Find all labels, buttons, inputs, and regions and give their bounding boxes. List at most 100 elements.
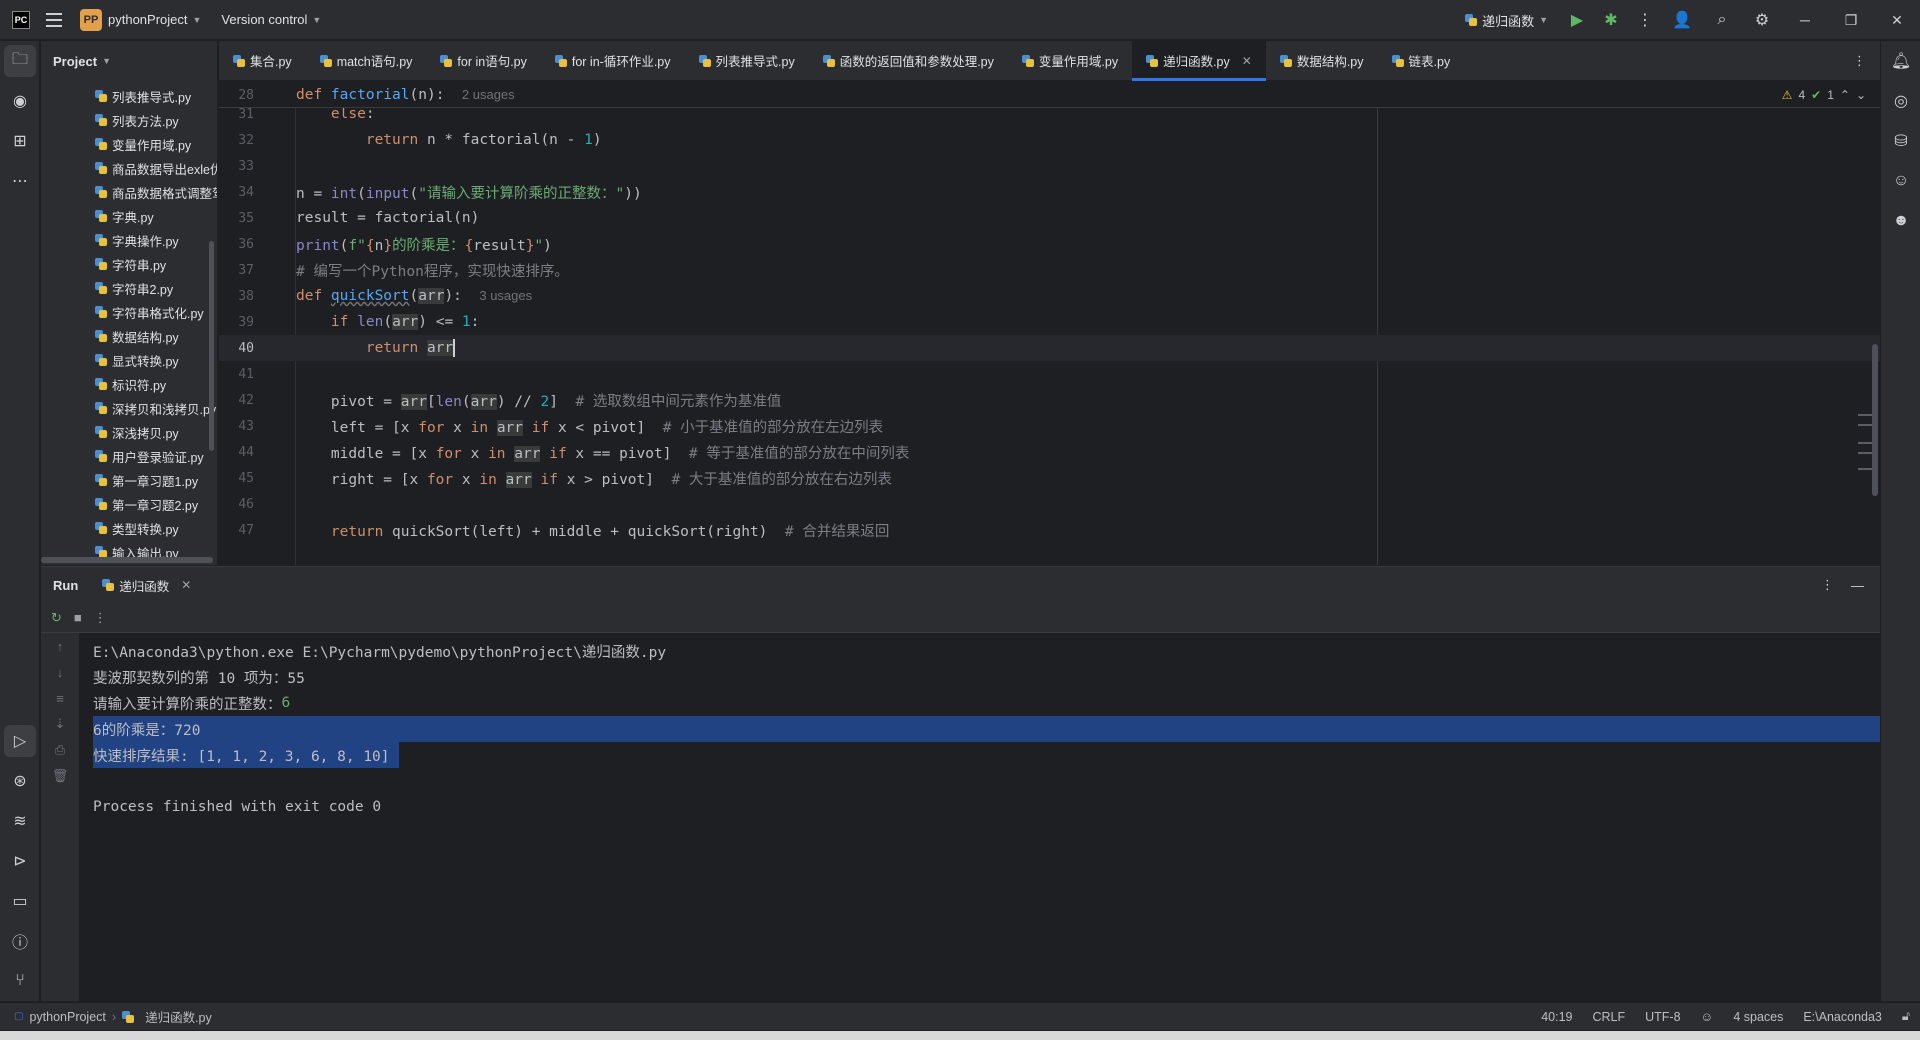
run-toolbar: ↻ ■ ⋮ xyxy=(41,603,1880,633)
error-stripe-mark[interactable] xyxy=(1858,468,1872,470)
project-tree-item[interactable]: 用户登录验证.py xyxy=(41,444,217,468)
indent-setting[interactable]: 4 spaces xyxy=(1733,1010,1783,1024)
project-selector[interactable]: PP pythonProject ▼ xyxy=(80,0,201,40)
add-user-icon[interactable]: 👤 xyxy=(1662,0,1702,40)
python-file-icon xyxy=(102,579,115,591)
project-tree-item[interactable]: 列表推导式.py xyxy=(41,84,217,108)
next-highlight-icon[interactable]: ⌄ xyxy=(1856,88,1866,102)
editor-tab[interactable]: match语句.py xyxy=(306,41,427,81)
terminal-icon[interactable]: ▭ xyxy=(0,881,40,921)
restore-button[interactable]: ❐ xyxy=(1828,0,1874,40)
settings-gear-icon[interactable]: ⚙ xyxy=(1742,0,1782,40)
rerun-icon[interactable]: ↻ xyxy=(51,610,62,626)
project-tree-item[interactable]: 第一章习题1.py xyxy=(41,468,217,492)
ai-assistant-icon[interactable]: ◎ xyxy=(1881,81,1920,121)
project-tree-item[interactable]: 类型转换.py xyxy=(41,516,217,540)
copilot-status-icon[interactable]: ☺ xyxy=(1701,1010,1714,1024)
project-tree-item[interactable]: 标识符.py xyxy=(41,372,217,396)
usages-hint[interactable]: 2 usages xyxy=(462,87,515,102)
run-tool-icon[interactable]: ▷ xyxy=(4,725,36,757)
error-stripe-mark[interactable] xyxy=(1858,442,1872,444)
editor-tab[interactable]: for in语句.py xyxy=(426,41,540,81)
file-encoding[interactable]: UTF-8 xyxy=(1645,1010,1680,1024)
editor-tab[interactable]: 列表推导式.py xyxy=(685,41,809,81)
caret-position[interactable]: 40:19 xyxy=(1541,1010,1572,1024)
project-tree-item[interactable]: 字典操作.py xyxy=(41,228,217,252)
breadcrumb-file[interactable]: 递归函数.py xyxy=(145,1007,212,1026)
search-icon[interactable]: ⌕ xyxy=(1702,0,1742,40)
breadcrumb-project[interactable]: pythonProject xyxy=(29,1010,105,1024)
editor-tab[interactable]: 变量作用域.py xyxy=(1008,41,1132,81)
structure-icon[interactable]: ⊞ xyxy=(0,121,40,161)
stop-icon[interactable]: ■ xyxy=(74,610,82,625)
project-panel-header[interactable]: Project ▼ xyxy=(41,41,217,81)
editor-tab[interactable]: 集合.py xyxy=(219,41,306,81)
more-tools-icon[interactable]: ⋯ xyxy=(0,161,40,201)
run-icon[interactable]: ▶ xyxy=(1560,0,1594,40)
editor-tab-label: 集合.py xyxy=(250,55,292,69)
copilot-chat-icon[interactable]: ☻ xyxy=(1881,201,1920,241)
error-stripe-mark[interactable] xyxy=(1858,414,1872,416)
editor-tab[interactable]: for in-循环作业.py xyxy=(541,41,685,81)
problems-icon[interactable]: ⓘ xyxy=(0,921,40,961)
project-horizontal-scrollbar[interactable] xyxy=(41,557,213,563)
project-tree-item[interactable]: 商品数据导出exle优 xyxy=(41,156,217,180)
project-tree-item[interactable]: 字符串格式化.py xyxy=(41,300,217,324)
project-tree-item[interactable]: 显式转换.py xyxy=(41,348,217,372)
project-tree-item[interactable]: 变量作用域.py xyxy=(41,132,217,156)
python-console-icon[interactable]: ⊛ xyxy=(0,761,40,801)
git-icon[interactable]: ⑂ xyxy=(0,961,40,1001)
error-stripe-mark[interactable] xyxy=(1858,424,1872,426)
code-line: 47 return quickSort(left) + middle + qui… xyxy=(238,522,890,540)
editor-tab[interactable]: 数据结构.py xyxy=(1266,41,1378,81)
close-button[interactable]: ✕ xyxy=(1874,0,1920,40)
usages-hint[interactable]: 3 usages xyxy=(479,288,532,303)
database-icon[interactable]: ⛁ xyxy=(1881,121,1920,161)
tabs-more-icon[interactable]: ⋮ xyxy=(1853,41,1866,81)
hide-panel-icon[interactable]: — xyxy=(1851,578,1864,593)
project-tree-item[interactable]: 第一章习题2.py xyxy=(41,492,217,516)
run-config-selector[interactable]: 递归函数 ▼ xyxy=(1465,11,1548,30)
more-actions-icon[interactable]: ⋮ xyxy=(1628,0,1662,40)
more-icon[interactable]: ⋮ xyxy=(94,610,107,626)
code-editor[interactable]: 28 def factorial(n): 2 usages ⚠ 4 ✔ 1 ⌃ ⌄ … xyxy=(219,82,1880,565)
editor-scrollbar[interactable] xyxy=(1872,344,1878,496)
project-tree-item[interactable]: 列表方法.py xyxy=(41,108,217,132)
run-options-icon[interactable]: ⋮ xyxy=(1821,577,1834,593)
close-tab-icon[interactable]: ✕ xyxy=(1242,54,1252,68)
debug-icon[interactable]: ✱ xyxy=(1594,0,1628,40)
project-scrollbar[interactable] xyxy=(209,241,214,451)
lock-icon[interactable]: 🔓︎ xyxy=(1902,1009,1910,1024)
project-tree-item[interactable]: 字典.py xyxy=(41,204,217,228)
code-line: 35 result = factorial(n) xyxy=(238,210,480,226)
services-icon[interactable]: ⊳ xyxy=(0,841,40,881)
console-output[interactable]: E:\Anaconda3\python.exe E:\Pycharm\pydem… xyxy=(41,633,1880,1001)
editor-tab[interactable]: 递归函数.py ✕ xyxy=(1132,40,1266,81)
version-control-menu[interactable]: Version control ▼ xyxy=(221,0,321,40)
editor-tab[interactable]: 链表.py xyxy=(1378,41,1465,81)
prev-highlight-icon[interactable]: ⌃ xyxy=(1840,88,1850,102)
inspection-widget[interactable]: ⚠ 4 ✔ 1 ⌃ ⌄ xyxy=(1782,88,1866,102)
layers-icon[interactable]: ≋ xyxy=(0,801,40,841)
python-file-icon xyxy=(95,210,107,222)
copilot-icon[interactable]: ☺ xyxy=(1881,161,1920,201)
project-tree-item[interactable]: 商品数据格式调整驾 xyxy=(41,180,217,204)
run-tab[interactable]: 递归函数 ✕ xyxy=(102,576,191,595)
main-menu-icon[interactable] xyxy=(42,8,66,32)
project-tool-icon[interactable]: 🗀 xyxy=(4,45,36,77)
python-packages-icon[interactable]: ◉ xyxy=(0,81,40,121)
project-tree-item[interactable]: 数据结构.py xyxy=(41,324,217,348)
project-tree-item[interactable]: 深拷贝和浅拷贝.py xyxy=(41,396,217,420)
line-separator[interactable]: CRLF xyxy=(1592,1010,1625,1024)
minimize-button[interactable]: ─ xyxy=(1782,0,1828,40)
editor-tab[interactable]: 函数的返回值和参数处理.py xyxy=(809,41,1008,81)
close-icon[interactable]: ✕ xyxy=(181,578,191,592)
project-tree-item[interactable]: 深浅拷贝.py xyxy=(41,420,217,444)
project-tree-item[interactable]: 字符串2.py xyxy=(41,276,217,300)
project-tree-item[interactable]: 字符串.py xyxy=(41,252,217,276)
notifications-icon[interactable]: 🔔︎ xyxy=(1881,41,1920,81)
error-stripe-mark[interactable] xyxy=(1858,452,1872,454)
project-tree-item-label: 列表推导式.py xyxy=(112,90,192,105)
python-interpreter[interactable]: E:\Anaconda3 xyxy=(1803,1010,1882,1024)
editor-tab-label: 列表推导式.py xyxy=(715,55,795,69)
